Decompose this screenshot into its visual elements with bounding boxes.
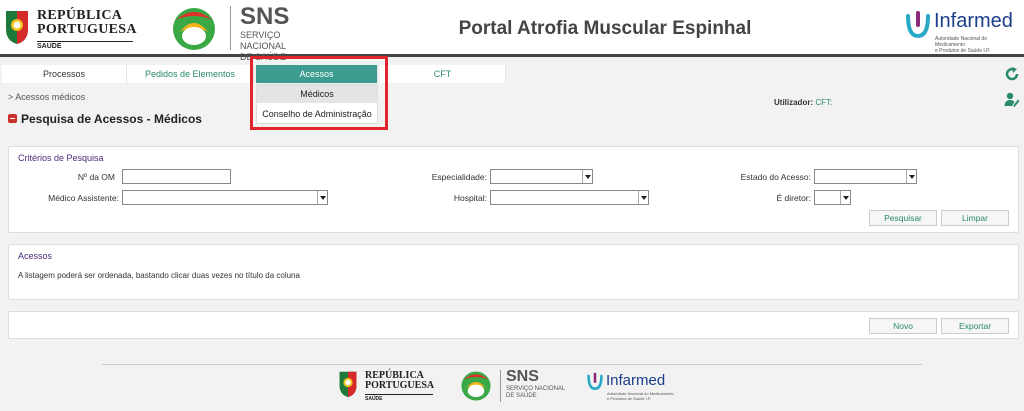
acessos-info-text: A listagem poderá ser ordenada, bastando… (18, 271, 300, 280)
footer-inf-sub2: e Produtos de Saúde I.P. (607, 396, 652, 401)
especialidade-label: Especialidade: (431, 172, 487, 182)
acessos-title: Acessos (18, 251, 53, 261)
chevron-down-icon (906, 170, 916, 183)
infarmed-mark-icon (906, 11, 930, 38)
infarmed-mark-icon (587, 372, 603, 390)
om-label: Nº da OM (77, 172, 115, 182)
om-input[interactable] (122, 169, 231, 184)
chevron-down-icon (840, 191, 850, 204)
medico-label: Médico Assistente: (48, 193, 119, 203)
sns-logo: SNS SERVIÇO NACIONAL DE SAÚDE (168, 3, 328, 62)
republica-emblem-icon (6, 11, 28, 44)
diretor-label: É diretor: (776, 193, 812, 203)
criteria-panel: Critérios de Pesquisa Nº da OM Especiali… (8, 146, 1019, 233)
user-value: CFT: (815, 98, 833, 107)
infarmed-name: Infarmed (934, 10, 1013, 32)
criteria-title: Critérios de Pesquisa (18, 153, 104, 163)
republica-emblem-icon (339, 371, 357, 398)
acessos-panel: Acessos A listagem poderá ser ordenada, … (8, 244, 1019, 300)
tab-pedidos-de-elementos[interactable]: Pedidos de Elementos (127, 65, 254, 83)
sns-emblem-icon (461, 371, 491, 401)
hospital-label: Hospital: (453, 193, 487, 203)
sns-emblem-icon (173, 8, 215, 50)
highlight-box (250, 56, 388, 130)
header: REPÚBLICA PORTUGUESA SAÚDE SNS SERVIÇO N… (0, 0, 1024, 62)
actions-panel: Novo Exportar (8, 311, 1019, 339)
main-navbar: Processos Pedidos de Elementos Acessos C… (0, 62, 1024, 86)
estado-select[interactable] (814, 169, 917, 184)
user-info: Utilizador: CFT: (774, 98, 832, 107)
footer-rep-sub: SAÚDE (365, 394, 433, 402)
footer-rep-line2: PORTUGUESA (365, 380, 435, 391)
clear-button[interactable]: Limpar (941, 210, 1009, 226)
republica-portuguesa-logo: REPÚBLICA PORTUGUESA SAÚDE (4, 7, 144, 51)
rep-line2: PORTUGUESA (37, 22, 137, 37)
user-label: Utilizador: (774, 98, 814, 107)
footer-sns-sub1: SERVIÇO NACIONAL (506, 386, 566, 392)
footer-republica-logo: REPÚBLICA PORTUGUESA SAÚDE (338, 368, 438, 408)
footer-sns-title: SNS (506, 368, 539, 385)
page-title: Pesquisa de Acessos - Médicos (8, 112, 202, 126)
infarmed-sub1: Autoridade Nacional do Medicamento (935, 36, 987, 48)
hospital-select[interactable] (490, 190, 649, 205)
portal-title: Portal Atrofia Muscular Espinhal (458, 18, 752, 39)
footer-sns-sub2: DE SAÚDE (506, 393, 537, 399)
footer-inf-name: Infarmed (606, 372, 666, 389)
tab-processos[interactable]: Processos (2, 65, 127, 83)
chevron-down-icon (317, 191, 327, 204)
refresh-icon[interactable] (1004, 66, 1020, 82)
rep-line1: REPÚBLICA (37, 8, 123, 23)
sns-sub1: SERVIÇO NACIONAL (240, 30, 287, 51)
infarmed-logo: Infarmed Autoridade Nacional do Medicame… (904, 8, 1019, 54)
user-edit-icon[interactable] (1004, 91, 1020, 107)
estado-label: Estado do Acesso: (740, 172, 811, 182)
new-button[interactable]: Novo (869, 318, 937, 334)
chevron-down-icon (638, 191, 648, 204)
especialidade-select[interactable] (490, 169, 593, 184)
footer-infarmed-logo: Infarmed Autoridade Nacional do Medicame… (586, 370, 686, 406)
infarmed-sub2: e Produtos de Saúde I.P. (935, 48, 991, 54)
tab-cft[interactable]: CFT (380, 65, 506, 83)
medico-select[interactable] (122, 190, 328, 205)
footer-divider (102, 364, 922, 365)
diretor-select[interactable] (814, 190, 851, 205)
chevron-down-icon (582, 170, 592, 183)
export-button[interactable]: Exportar (941, 318, 1009, 334)
breadcrumb: > Acessos médicos (8, 92, 86, 102)
sns-title: SNS (240, 3, 290, 30)
search-button[interactable]: Pesquisar (869, 210, 937, 226)
footer-sns-logo: SNS SERVIÇO NACIONAL DE SAÚDE (458, 368, 573, 408)
collapse-icon[interactable] (8, 114, 17, 123)
rep-sub: SAÚDE (37, 41, 133, 50)
page-title-text: Pesquisa de Acessos - Médicos (21, 112, 202, 126)
